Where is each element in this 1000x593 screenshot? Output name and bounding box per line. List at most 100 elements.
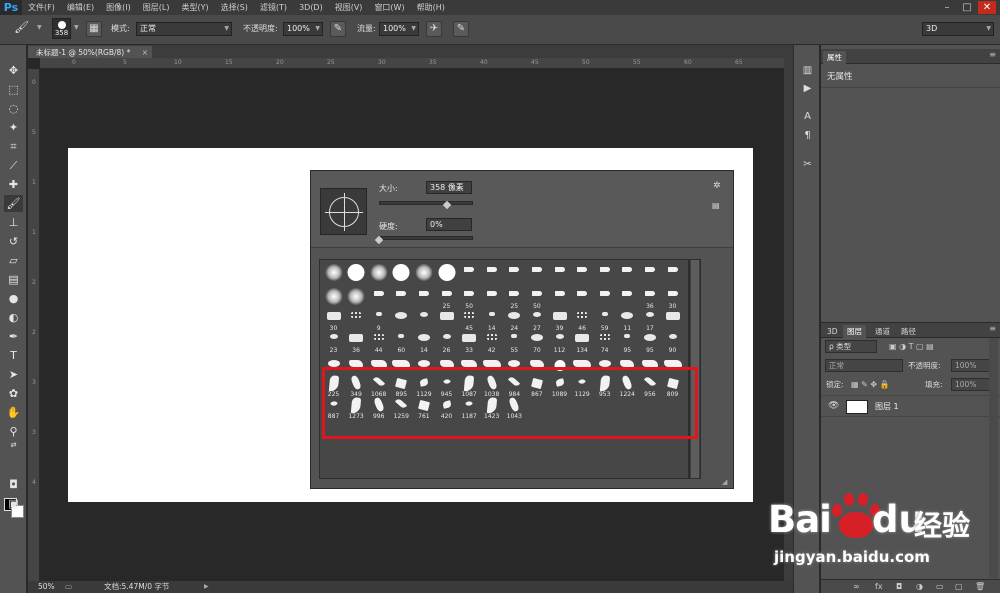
brush-preset[interactable]: 39 (549, 311, 570, 332)
brush-preset[interactable] (594, 287, 615, 309)
chevron-down-icon[interactable]: ▼ (37, 24, 42, 31)
hand-tool-icon[interactable]: ✋ (4, 404, 23, 421)
chevron-down-icon[interactable]: ▼ (74, 24, 79, 31)
brush-preset[interactable] (413, 287, 434, 309)
brush-preset[interactable]: 55 (504, 333, 525, 354)
menu-edit[interactable]: 编辑(E) (61, 2, 100, 13)
brush-tool-icon[interactable]: 🖌 (4, 195, 23, 212)
brush-preset[interactable] (639, 263, 660, 285)
pressure-size-icon[interactable]: ✎ (453, 21, 469, 37)
hardness-slider[interactable] (379, 236, 473, 240)
history-panel-icon[interactable]: ▥ (799, 62, 816, 79)
brush-preset[interactable]: 70 (526, 333, 547, 354)
link-layers-icon[interactable]: ∞ (853, 582, 860, 591)
healing-brush-tool-icon[interactable]: ✚ (4, 176, 23, 193)
brush-preset[interactable]: 59 (594, 311, 615, 332)
tool-presets-icon[interactable]: ✂ (799, 156, 816, 173)
airbrush-icon[interactable]: ✈ (426, 21, 442, 37)
brush-preset[interactable] (346, 263, 367, 285)
resize-grip-icon[interactable]: ◢ (722, 478, 727, 486)
brush-preset[interactable]: 25 (436, 287, 457, 310)
status-export-icon[interactable]: ▭ (65, 581, 72, 593)
brush-preset[interactable] (391, 287, 412, 309)
brush-preset[interactable] (413, 263, 434, 285)
gradient-tool-icon[interactable]: ▤ (4, 271, 23, 288)
brush-preset[interactable]: 26 (436, 333, 457, 354)
brush-preset[interactable] (436, 311, 457, 331)
brush-preset[interactable] (481, 263, 502, 285)
eraser-tool-icon[interactable]: ▱ (4, 252, 23, 269)
brush-preset[interactable] (662, 263, 683, 285)
brush-preset[interactable]: 50 (526, 287, 547, 310)
restore-icon[interactable]: □ (958, 1, 976, 14)
brush-preset[interactable] (391, 263, 412, 285)
menu-filter[interactable]: 滤镜(T) (254, 2, 293, 13)
opacity-field[interactable]: 100% ▼ (283, 22, 323, 36)
brush-preset[interactable]: 36 (346, 333, 367, 354)
brush-preset[interactable]: 17 (639, 311, 660, 332)
brush-preset[interactable]: 25 (504, 287, 525, 310)
brush-preset[interactable]: 95 (617, 333, 638, 354)
zoom-tool-icon[interactable]: ⚲ (4, 423, 23, 440)
brush-tool-icon[interactable]: 🖌 (14, 20, 29, 34)
document-tab[interactable]: 未标题-1 @ 50%(RGB/8) * × (28, 45, 152, 58)
brush-preset[interactable]: 45 (459, 311, 480, 332)
brush-preset[interactable] (413, 311, 434, 331)
size-field[interactable]: 358 像素 (426, 181, 472, 194)
blend-mode-select[interactable]: 正常 (825, 359, 903, 372)
brush-preset[interactable]: 14 (413, 333, 434, 354)
brush-preset[interactable] (346, 287, 367, 309)
brush-preset[interactable] (549, 287, 570, 309)
brush-preset-button[interactable]: 358 (52, 18, 71, 39)
brush-preset[interactable]: 23 (323, 333, 344, 354)
brush-preset[interactable] (617, 263, 638, 285)
kind-filter-select[interactable]: ρ 类型 (825, 340, 877, 353)
brush-preset[interactable] (662, 311, 683, 331)
magic-wand-tool-icon[interactable]: ✦ (4, 119, 23, 136)
brush-tip-preview[interactable] (320, 188, 367, 235)
brush-preset[interactable]: 30 (323, 311, 344, 332)
layer-name[interactable]: 图层 1 (875, 401, 899, 412)
menu-image[interactable]: 图像(I) (100, 2, 137, 13)
brush-preset[interactable]: 112 (549, 333, 570, 354)
panel-menu-icon[interactable]: ≡ (989, 324, 996, 333)
brush-preset[interactable] (436, 263, 457, 285)
layer-row[interactable]: 👁 图层 1 (821, 395, 1000, 417)
menu-view[interactable]: 视图(V) (329, 2, 369, 13)
brush-preset[interactable] (481, 287, 502, 309)
brush-preset[interactable] (594, 263, 615, 285)
minimize-icon[interactable]: – (938, 1, 956, 14)
brush-panel-toggle-icon[interactable]: ▦ (86, 21, 102, 37)
menu-window[interactable]: 窗口(W) (368, 2, 410, 13)
pen-tool-icon[interactable]: ✒ (4, 328, 23, 345)
zoom-level[interactable]: 50% (38, 581, 55, 593)
chevron-right-icon[interactable]: ▶ (204, 581, 209, 593)
brush-preset[interactable]: 60 (391, 333, 412, 354)
workspace-select[interactable]: 3D ▼ (922, 22, 994, 36)
move-tool-icon[interactable]: ✥ (4, 62, 23, 79)
path-selection-tool-icon[interactable]: ➤ (4, 366, 23, 383)
brush-preset[interactable] (323, 263, 344, 285)
brush-preset[interactable]: 95 (639, 333, 660, 354)
history-brush-tool-icon[interactable]: ↺ (4, 233, 23, 250)
brush-preset[interactable] (323, 287, 344, 309)
brush-preset[interactable]: 74 (594, 333, 615, 354)
brush-preset[interactable]: 46 (572, 311, 593, 332)
new-layer-icon[interactable]: ▢ (955, 582, 963, 591)
add-mask-icon[interactable]: ◘ (896, 582, 902, 591)
hardness-field[interactable]: 0% (426, 218, 472, 231)
brush-preset[interactable] (368, 287, 389, 309)
brush-preset[interactable]: 11 (617, 311, 638, 332)
eye-icon[interactable]: 👁 (828, 401, 839, 411)
quick-mask-icon[interactable]: ◘ (4, 476, 23, 493)
flow-field[interactable]: 100% ▼ (379, 22, 419, 36)
adjustment-layer-icon[interactable]: ◑ (916, 582, 923, 591)
menu-select[interactable]: 选择(S) (215, 2, 254, 13)
menu-type[interactable]: 类型(Y) (175, 2, 214, 13)
pressure-opacity-icon[interactable]: ✎ (330, 21, 346, 37)
menu-help[interactable]: 帮助(H) (411, 2, 451, 13)
layer-style-icon[interactable]: fx (875, 582, 883, 591)
brush-preset[interactable] (572, 263, 593, 285)
mode-select[interactable]: 正常 ▼ (136, 22, 232, 36)
brush-preset[interactable] (459, 263, 480, 285)
